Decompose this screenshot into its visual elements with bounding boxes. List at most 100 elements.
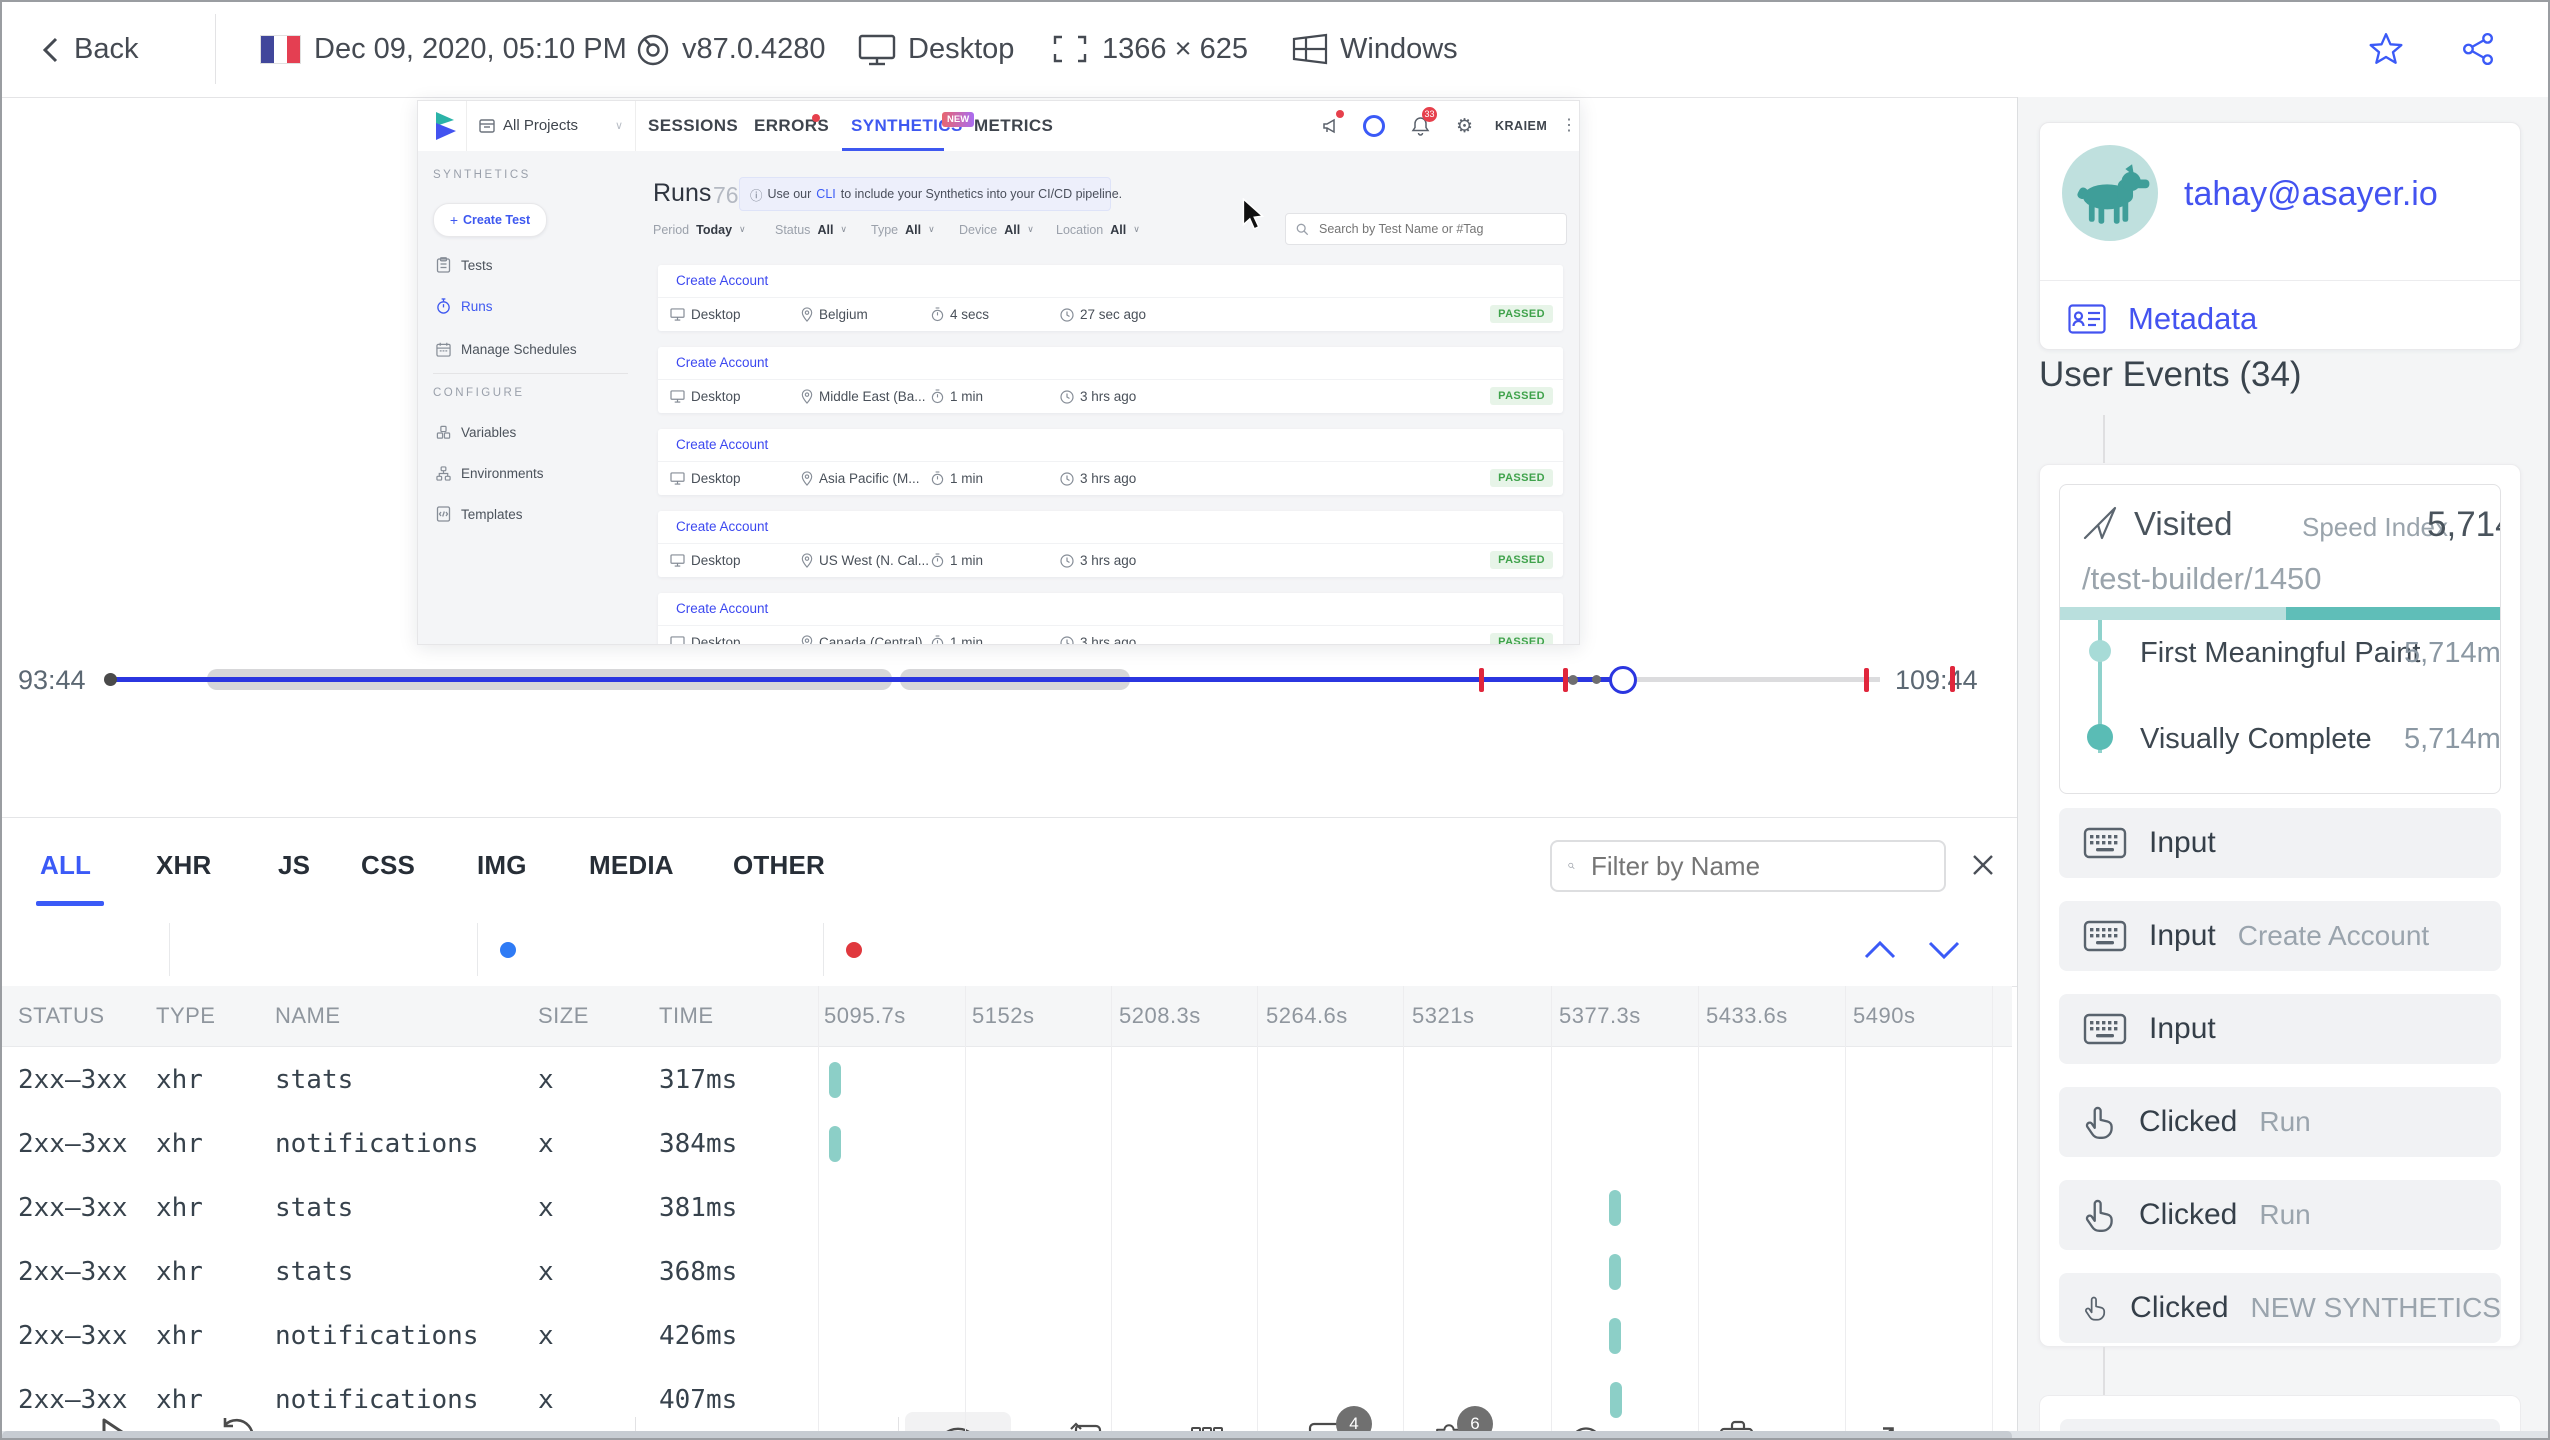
net-tab-media[interactable]: MEDIA: [589, 840, 674, 890]
chevron-down-icon: ∨: [1133, 225, 1140, 235]
net-request-row[interactable]: 2xx–3xx xhr notifications x 426ms: [2, 1304, 2012, 1368]
sidebar-item-manage-schedules[interactable]: Manage Schedules: [436, 339, 577, 359]
run-name-link[interactable]: Create Account: [676, 511, 768, 543]
back-label[interactable]: Back: [74, 2, 138, 97]
sidebar-item-runs[interactable]: Runs: [436, 296, 493, 316]
tick-label: 5095.7s: [824, 1003, 906, 1028]
net-tab-css[interactable]: CSS: [361, 840, 415, 890]
announcements-icon[interactable]: [1322, 117, 1342, 135]
net-tab-other[interactable]: OTHER: [733, 840, 825, 890]
favorite-star-icon[interactable]: [2368, 32, 2404, 66]
prev-event-chevron[interactable]: [1862, 937, 1898, 961]
hierarchy-icon: [436, 465, 451, 481]
net-request-row[interactable]: 2xx–3xx xhr stats x 368ms: [2, 1240, 2012, 1304]
gear-icon[interactable]: ⚙: [1456, 115, 1473, 137]
sidebar-item-variables[interactable]: Variables: [436, 422, 516, 442]
event-row-click[interactable]: Clicked Run: [2059, 1087, 2501, 1157]
event-row-input[interactable]: Input: [2059, 808, 2501, 878]
run-name-link[interactable]: Create Account: [676, 347, 768, 379]
load-dot: [846, 942, 862, 958]
run-card[interactable]: Create Account Desktop Asia Pacific (M..…: [658, 429, 1563, 495]
run-duration: 4 secs: [950, 307, 990, 322]
os-name: Windows: [1340, 33, 1458, 65]
run-card[interactable]: Create Account Desktop US West (N. Cal..…: [658, 511, 1563, 577]
visited-card[interactable]: Visited Speed Index 5,714 /test-builder/…: [2059, 484, 2501, 794]
runs-search-input[interactable]: [1317, 221, 1556, 237]
run-card[interactable]: Create Account Desktop Middle East (Ba..…: [658, 347, 1563, 413]
event-row-click[interactable]: Clicked Run: [2059, 1180, 2501, 1250]
project-selector[interactable]: All Projects ∨: [466, 101, 636, 151]
create-test-button[interactable]: + Create Test: [433, 203, 547, 237]
timeline-error-marker[interactable]: [1479, 668, 1484, 692]
pointer-hand-icon: [2085, 1199, 2113, 1232]
user-email[interactable]: tahay@asayer.io: [2184, 175, 2438, 214]
tick-label: 5208.3s: [1119, 1003, 1201, 1028]
close-panel-icon[interactable]: [1968, 850, 1998, 880]
net-tab-img[interactable]: IMG: [477, 840, 527, 890]
net-request-row[interactable]: 2xx–3xx xhr stats x 381ms: [2, 1176, 2012, 1240]
filter-device[interactable]: Device All ∨: [959, 217, 1034, 243]
net-request-row[interactable]: 2xx–3xx xhr notifications x 407ms: [2, 1368, 2012, 1432]
app-logo: [430, 111, 460, 141]
back-button[interactable]: [38, 35, 64, 65]
event-row-input[interactable]: Input Create Account: [2059, 901, 2501, 971]
net-tab-underline: [36, 901, 104, 906]
tab-sessions[interactable]: SESSIONS: [648, 101, 738, 151]
filter-type[interactable]: Type All ∨: [871, 217, 935, 243]
session-date: Dec 09, 2020, 05:10 PM: [314, 33, 627, 65]
net-tab-js[interactable]: JS: [278, 840, 310, 890]
col-name: NAME: [275, 1003, 341, 1028]
col-type: TYPE: [156, 1003, 216, 1028]
net-request-row[interactable]: 2xx–3xx xhr stats x 317ms: [2, 1048, 2012, 1112]
timeline-error-marker[interactable]: [1864, 668, 1869, 692]
share-icon[interactable]: [2460, 32, 2496, 66]
event-connector-line: [2103, 415, 2105, 463]
progress-ring: [1363, 115, 1385, 137]
clock-icon: [1060, 389, 1074, 404]
duration-icon: [931, 553, 944, 568]
chevron-left-icon: [42, 37, 58, 63]
net-tab-all[interactable]: ALL: [40, 840, 91, 890]
timeline-error-marker[interactable]: [1563, 668, 1568, 692]
errors-notification-dot: [812, 114, 820, 122]
event-row-click[interactable]: Clicked NEW SYNTHETICS: [2059, 1273, 2501, 1343]
sidebar-item-tests[interactable]: Tests: [436, 255, 493, 275]
replay-app-header: All Projects ∨ SESSIONS ERRORS SYNTHETIC…: [418, 101, 1579, 152]
timeline-error-marker[interactable]: [1950, 666, 1955, 692]
run-name-link[interactable]: Create Account: [676, 429, 768, 461]
filter-status[interactable]: Status All ∨: [775, 217, 847, 243]
kebab-menu-icon[interactable]: ⋮: [1561, 101, 1577, 151]
metadata-button[interactable]: Metadata: [2068, 301, 2257, 337]
tab-metrics[interactable]: METRICS: [974, 101, 1053, 151]
horizontal-scrollbar-thumb[interactable]: [2, 1431, 2012, 1438]
run-card[interactable]: Create Account Desktop Belgium 4 secs 27…: [658, 265, 1563, 331]
run-card[interactable]: Create Account Desktop Canada (Central) …: [658, 593, 1563, 644]
fmp-dot: [2089, 640, 2111, 662]
next-event-chevron[interactable]: [1926, 939, 1962, 963]
run-name-link[interactable]: Create Account: [676, 265, 768, 297]
id-card-icon: [2068, 304, 2106, 334]
waterfall-bar: [1609, 1190, 1621, 1226]
net-tab-xhr[interactable]: XHR: [156, 840, 212, 890]
visited-path: /test-builder/1450: [2082, 561, 2322, 596]
session-replay-page: Back Dec 09, 2020, 05:10 PM v87.0.4280 D…: [0, 0, 2550, 1440]
run-name-link[interactable]: Create Account: [676, 593, 768, 625]
net-request-row[interactable]: 2xx–3xx xhr notifications x 384ms: [2, 1112, 2012, 1176]
net-filter-box[interactable]: [1550, 840, 1946, 892]
sidebar-item-environments[interactable]: Environments: [436, 463, 544, 483]
timeline-playhead[interactable]: [1609, 666, 1637, 694]
filter-location[interactable]: Location All ∨: [1056, 217, 1140, 243]
sidebar-item-templates[interactable]: Templates: [436, 504, 523, 524]
session-info-sidebar: tahay@asayer.io Metadata User Events (34…: [2017, 97, 2548, 1438]
event-row-input[interactable]: Input: [2059, 994, 2501, 1064]
net-filter-input[interactable]: [1589, 849, 1928, 883]
user-name[interactable]: KRAIEM: [1495, 101, 1547, 151]
keyboard-icon: [2083, 827, 2127, 859]
chevron-down-icon: ∨: [1027, 225, 1034, 235]
search-icon: [1296, 223, 1309, 235]
sidebar-item-label: Runs: [461, 298, 493, 314]
filter-period[interactable]: Period Today ∨: [653, 217, 746, 243]
runs-search-box[interactable]: [1285, 213, 1567, 245]
cli-link[interactable]: CLI: [816, 187, 835, 201]
tab-errors[interactable]: ERRORS: [754, 101, 829, 151]
